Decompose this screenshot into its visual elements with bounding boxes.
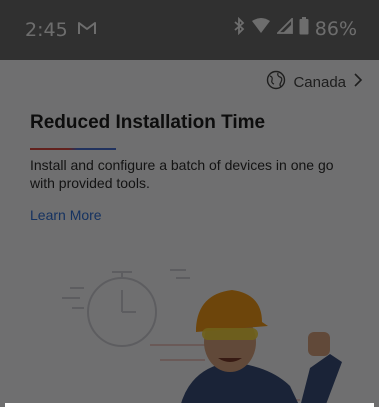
wifi-icon [251,18,271,39]
chevron-right-icon [353,73,363,91]
onboarding-content: Canada Reduced Installation Time Install… [0,60,379,407]
status-time: 2:45 [25,19,68,41]
stopwatch-icon [62,269,190,347]
cell-signal-icon [275,16,293,39]
globe-icon [266,70,286,94]
bottom-sheet-edge [5,403,374,407]
bluetooth-icon [233,16,245,40]
feature-title: Reduced Installation Time [30,112,266,133]
gmail-icon [77,20,97,41]
feature-description: Install and configure a batch of devices… [30,157,334,191]
worker-figure [180,290,342,407]
installer-illustration [62,269,342,407]
battery-percent: 86% [314,17,357,40]
status-icons: 86% [233,16,357,40]
learn-more-link[interactable]: Learn More [30,207,102,223]
title-accent-divider [30,148,116,150]
app-screen: 2:45 86% Canada Reduced Installation Tim… [0,0,379,407]
battery-icon [299,17,309,40]
region-label: Canada [293,73,346,91]
region-selector[interactable]: Canada [266,70,363,94]
status-bar: 2:45 86% [0,0,379,60]
